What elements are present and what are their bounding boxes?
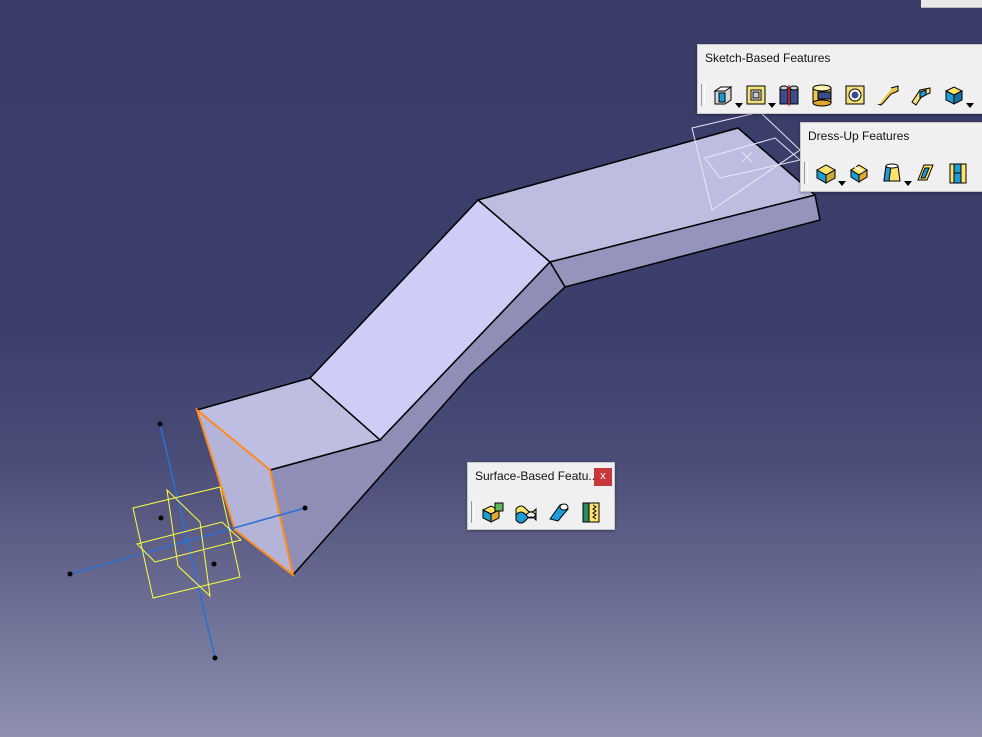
hole-icon (845, 85, 865, 105)
plane-zx (136, 521, 243, 563)
toolbar-title: Surface-Based Featu... (475, 469, 599, 483)
toolbar-title: Dress-Up Features (808, 129, 910, 143)
rib-icon (877, 85, 899, 106)
sew-surface-icon (582, 502, 600, 523)
close-button[interactable]: x (594, 468, 612, 486)
groove-button[interactable] (809, 82, 837, 108)
pad-icon (713, 86, 733, 105)
slot-button[interactable] (908, 82, 936, 108)
thickness-button[interactable] (945, 160, 973, 186)
hole-button[interactable] (842, 82, 870, 108)
stiffener-button[interactable] (941, 82, 974, 108)
close-surface-icon (549, 503, 569, 522)
toolbar-title: Sketch-Based Features (705, 51, 831, 65)
toolbar-grip[interactable] (471, 501, 475, 523)
window-edge-fragment (921, 0, 982, 8)
stiffener-icon (944, 86, 964, 105)
split-button[interactable] (480, 499, 508, 525)
split-icon (481, 502, 504, 523)
surface-based-features-toolbar[interactable]: Surface-Based Featu... x (467, 462, 615, 530)
sew-surface-button[interactable] (579, 499, 607, 525)
shell-icon (917, 164, 934, 181)
close-surface-button[interactable] (546, 499, 574, 525)
chamfer-button[interactable] (846, 160, 874, 186)
draft-angle-icon (883, 163, 901, 182)
pocket-button[interactable] (743, 82, 776, 108)
rib-button[interactable] (875, 82, 903, 108)
groove-icon (812, 84, 832, 107)
shaft-button[interactable] (776, 82, 804, 108)
toolbar-grip[interactable] (701, 84, 705, 106)
thickness-icon (949, 163, 967, 184)
shaft-icon (779, 85, 799, 106)
sketch-based-features-toolbar[interactable]: Sketch-Based Features (697, 44, 982, 114)
toolbar-grip[interactable] (804, 162, 808, 184)
chamfer-icon (850, 164, 868, 183)
dress-up-features-toolbar[interactable]: Dress-Up Features (800, 122, 982, 192)
shell-button[interactable] (912, 160, 940, 186)
slot-icon (911, 87, 931, 106)
draft-angle-button[interactable] (879, 160, 912, 186)
thick-surface-button[interactable] (513, 499, 541, 525)
edge-fillet-icon (815, 164, 837, 184)
pocket-icon (746, 85, 766, 105)
edge-fillet-button[interactable] (813, 160, 846, 186)
thick-surface-icon (515, 505, 537, 524)
pad-button[interactable] (710, 82, 743, 108)
